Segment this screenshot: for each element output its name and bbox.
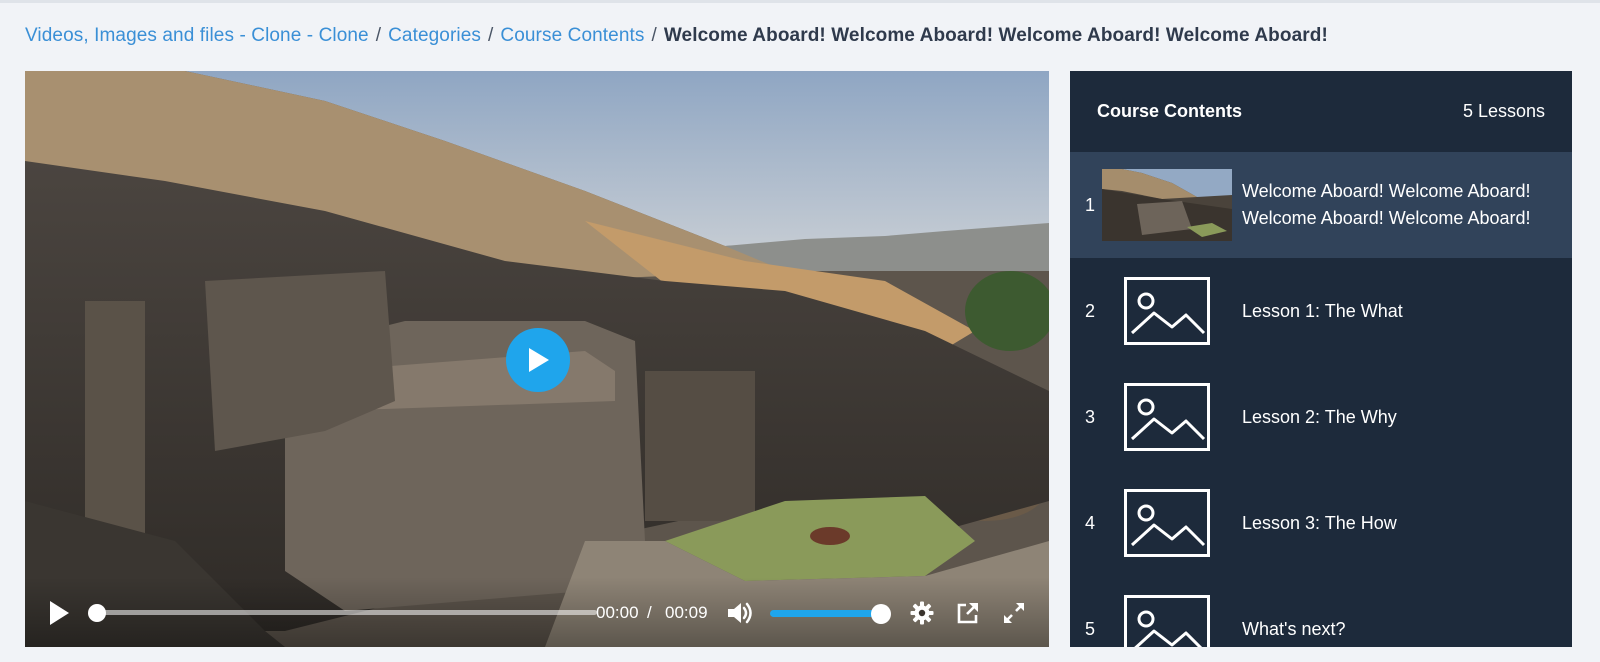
big-play-button[interactable] <box>506 328 570 392</box>
breadcrumb-separator: / <box>375 25 382 46</box>
lesson-item-4[interactable]: 4 Lesson 3: The How <box>1070 470 1572 576</box>
lesson-item-5[interactable]: 5 What's next? <box>1070 576 1572 647</box>
image-placeholder-icon <box>1124 277 1210 345</box>
settings-icon <box>910 601 934 625</box>
breadcrumb-separator: / <box>651 25 657 46</box>
course-contents-panel: Course Contents 5 Lessons 1 Welcome Aboa… <box>1070 71 1572 647</box>
lesson-title: Welcome Aboard! Welcome Aboard! Welcome … <box>1242 181 1531 228</box>
lesson-title: Lesson 1: The What <box>1242 300 1403 321</box>
duration: 00:09 <box>665 603 708 622</box>
time-separator: / <box>647 603 652 622</box>
lesson-title: Lesson 3: The How <box>1242 512 1397 533</box>
breadcrumb: Videos, Images and files - Clone - Clone… <box>25 22 1328 50</box>
volume-handle[interactable] <box>871 604 891 624</box>
volume-button[interactable] <box>725 599 755 627</box>
video-player[interactable]: 00:00 / 00:09 <box>25 71 1049 647</box>
popout-icon <box>957 603 978 624</box>
image-placeholder-icon <box>1124 595 1210 647</box>
lesson-item-1[interactable]: 1 Welcome Aboard! Welcome Aboard! Welcom… <box>1070 152 1572 258</box>
progress-bar[interactable] <box>97 610 597 615</box>
breadcrumb-current-page: Welcome Aboard! Welcome Aboard! Welcome … <box>663 25 1328 46</box>
play-button[interactable] <box>45 599 73 627</box>
image-placeholder-icon <box>1124 489 1210 557</box>
lesson-title: Lesson 2: The Why <box>1242 406 1397 427</box>
image-placeholder-icon <box>1124 383 1210 451</box>
volume-slider[interactable] <box>770 610 880 617</box>
breadcrumb-separator: / <box>488 25 494 46</box>
settings-button[interactable] <box>908 599 936 627</box>
fullscreen-icon <box>1004 603 1024 623</box>
lesson-number: 4 <box>1084 512 1095 533</box>
lesson-number: 3 <box>1084 406 1095 427</box>
fullscreen-button[interactable] <box>1000 599 1028 627</box>
breadcrumb-link-course[interactable]: Videos, Images and files - Clone - Clone <box>25 25 369 47</box>
lesson-number: 5 <box>1084 618 1095 639</box>
play-icon <box>529 348 549 372</box>
lesson-number: 2 <box>1084 300 1095 321</box>
lesson-count: 5 Lessons <box>1462 101 1545 121</box>
breadcrumb-link-course-contents[interactable]: Course Contents <box>500 25 644 47</box>
course-contents-title: Course Contents <box>1097 101 1243 121</box>
popout-button[interactable] <box>954 599 982 627</box>
lesson-title: What's next? <box>1242 618 1346 639</box>
lesson-item-3[interactable]: 3 Lesson 2: The Why <box>1070 364 1572 470</box>
volume-icon <box>728 602 752 624</box>
current-time: 00:00 <box>596 603 639 622</box>
course-contents-header: Course Contents 5 Lessons <box>1070 71 1572 152</box>
lesson-number: 1 <box>1084 194 1095 215</box>
player-controls: 00:00 / 00:09 <box>25 577 1049 647</box>
breadcrumb-link-categories[interactable]: Categories <box>388 25 481 47</box>
lesson-item-2[interactable]: 2 Lesson 1: The What <box>1070 258 1572 364</box>
top-divider <box>0 0 1600 3</box>
play-icon <box>50 601 69 625</box>
video-thumbnail <box>1102 169 1232 241</box>
progress-handle[interactable] <box>88 604 106 622</box>
